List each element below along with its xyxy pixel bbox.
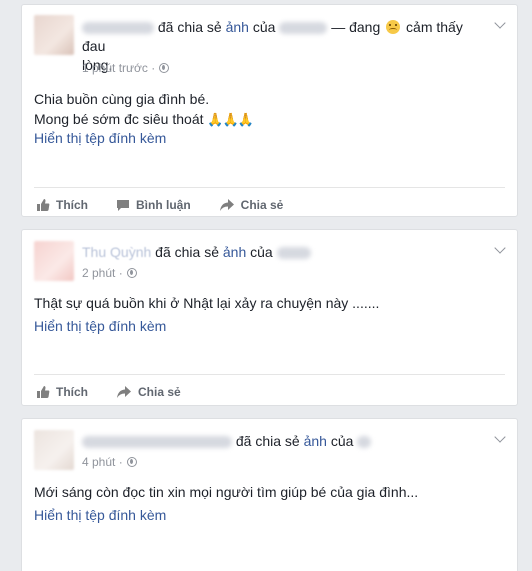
post-timestamp[interactable]: 4 phút · [82, 455, 123, 469]
like-label: Thích [56, 197, 88, 212]
post-card-1: đã chia sẻ ảnh của — đang cảm thấy đau l… [21, 4, 518, 217]
chevron-down-icon[interactable] [493, 17, 507, 31]
thumbs-up-icon [37, 385, 50, 398]
feeling-prefix: — đang [331, 19, 381, 35]
post-header-line: đã chia sẻ ảnh của [82, 432, 487, 451]
like-button[interactable]: Thích [36, 198, 88, 212]
post-timestamp[interactable]: 1 phút trước · [82, 61, 155, 75]
post-header: Thu Quỳnh đã chia sẻ ảnh của 2 phút · [22, 230, 517, 294]
of-text: của [330, 433, 354, 449]
share-label: Chia sẻ [240, 197, 284, 212]
post-timestamp[interactable]: 2 phút · [82, 266, 123, 280]
author-name-blurred[interactable] [82, 22, 154, 35]
of-text: của [252, 19, 276, 35]
show-attachment-link[interactable]: Hiển thị tệp đính kèm [34, 318, 166, 334]
show-attachment-link[interactable]: Hiển thị tệp đính kèm [34, 507, 166, 523]
globe-icon[interactable] [126, 457, 137, 467]
post-header: đã chia sẻ ảnh của — đang cảm thấy đau l… [22, 5, 517, 75]
post-body-line: Mới sáng còn đọc tin xin mọi người tìm g… [34, 484, 419, 500]
share-text: đã chia sẻ [235, 433, 300, 449]
photo-link[interactable]: ảnh [304, 433, 327, 449]
avatar[interactable] [34, 430, 74, 470]
post-header-line: Thu Quỳnh đã chia sẻ ảnh của [82, 243, 487, 262]
share-label: Chia sẻ [138, 384, 181, 399]
share-text: đã chia sẻ [157, 19, 222, 35]
globe-icon[interactable] [159, 63, 170, 73]
photo-link[interactable]: ảnh [223, 244, 246, 260]
avatar[interactable] [34, 241, 74, 281]
thumbs-up-icon [37, 198, 50, 211]
share-button[interactable]: Chia sẻ [219, 197, 284, 212]
comment-icon [117, 199, 129, 211]
pray-emoji: 🙏🙏🙏 [207, 112, 254, 127]
share-text: đã chia sẻ [155, 244, 219, 260]
post-body-line: Chia buồn cùng gia đình bé. [34, 91, 210, 107]
photo-link[interactable]: ảnh [226, 19, 249, 35]
chevron-down-icon[interactable] [493, 242, 507, 256]
globe-icon[interactable] [126, 268, 137, 278]
sad-face-icon [386, 20, 401, 34]
comment-button[interactable]: Bình luận [116, 198, 191, 212]
share-arrow-icon [219, 198, 234, 211]
action-bar: Thích Chia sẻ [34, 374, 505, 408]
post-meta: 4 phút · [82, 455, 137, 469]
post-body-line: Thật sự quá buồn khi ở Nhật lại xảy ra c… [34, 295, 380, 311]
post-body: Mới sáng còn đọc tin xin mọi người tìm g… [34, 482, 505, 502]
post-body-line-2: Mong bé sớm đc siêu thoát 🙏🙏🙏 [34, 111, 254, 127]
action-bar: Thích Bình luận Chia sẻ [34, 187, 505, 221]
like-label: Thích [56, 384, 88, 399]
post-card-2: Thu Quỳnh đã chia sẻ ảnh của 2 phút · Th… [21, 229, 518, 406]
like-button[interactable]: Thích [36, 385, 88, 399]
avatar[interactable] [34, 15, 74, 55]
share-button[interactable]: Chia sẻ [116, 385, 181, 399]
post-header: đã chia sẻ ảnh của 4 phút · [22, 419, 517, 483]
shared-from-name-blurred[interactable] [279, 22, 328, 35]
show-attachment-link[interactable]: Hiển thị tệp đính kèm [34, 130, 166, 146]
post-body: Chia buồn cùng gia đình bé. Mong bé sớm … [34, 89, 505, 130]
author-name[interactable]: Thu Quỳnh [82, 244, 151, 260]
shared-from-name-blurred[interactable] [357, 436, 372, 449]
post-body: Thật sự quá buồn khi ở Nhật lại xảy ra c… [34, 293, 505, 313]
author-name-blurred[interactable] [82, 436, 232, 449]
post-meta: 2 phút · [82, 266, 137, 280]
post-meta: 1 phút trước · [82, 61, 170, 75]
chevron-down-icon[interactable] [493, 431, 507, 445]
of-text: của [250, 244, 273, 260]
post-card-3: đã chia sẻ ảnh của 4 phút · Mới sáng còn… [21, 418, 518, 571]
shared-from-name-blurred[interactable] [276, 247, 311, 260]
comment-label: Bình luận [136, 197, 191, 212]
share-arrow-icon [117, 385, 131, 398]
